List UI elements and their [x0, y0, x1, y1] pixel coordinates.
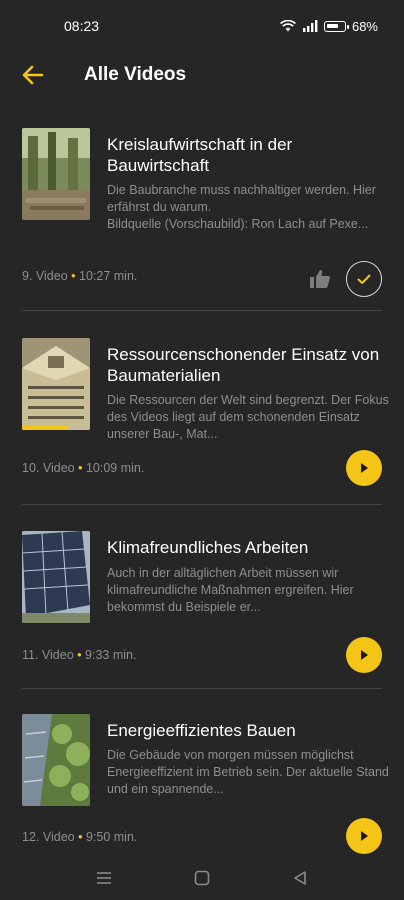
signal-icon	[302, 20, 318, 32]
video-number: 9. Video	[22, 269, 68, 283]
video-description: Die Gebäude von morgen müssen möglichst …	[107, 748, 389, 796]
video-duration: 10:09 min.	[85, 461, 145, 475]
video-number: 11. Video	[22, 648, 74, 662]
video-number: 12. Video	[22, 830, 75, 844]
video-number: 10. Video	[22, 461, 75, 475]
video-meta: 12. Video • 9:50 min.	[22, 830, 137, 844]
wifi-icon	[280, 20, 296, 32]
battery-icon	[323, 20, 349, 32]
meta-separator: •	[71, 269, 76, 283]
meta-separator: •	[78, 830, 83, 844]
checkmark-icon	[357, 274, 371, 284]
video-meta: 11. Video • 9:33 min.	[22, 648, 136, 662]
play-button[interactable]	[346, 450, 382, 486]
play-icon	[361, 650, 368, 660]
completed-button[interactable]	[346, 261, 382, 297]
status-icons: 68%	[280, 19, 378, 34]
battery-percent: 68%	[351, 18, 378, 34]
divider	[22, 310, 382, 311]
video-meta: 9. Video • 10:27 min.	[22, 269, 137, 283]
video-duration: 9:33 min.	[85, 648, 137, 662]
video-title: Ressourcenschonender Einsatz von Baumate…	[107, 345, 380, 385]
video-duration: 9:50 min.	[85, 830, 138, 844]
video-duration: 10:27 min.	[79, 269, 138, 283]
video-description: Die Ressourcen der Welt sind begrenzt. D…	[107, 393, 389, 441]
play-button[interactable]	[346, 818, 382, 854]
home-square-icon[interactable]	[193, 869, 211, 887]
divider	[22, 504, 382, 505]
thumbs-up-icon[interactable]	[309, 268, 331, 290]
play-button[interactable]	[346, 637, 382, 673]
meta-separator: •	[78, 461, 83, 475]
status-time: 08:23	[64, 18, 100, 34]
video-description: Die Baubranche muss nachhaltiger werden.…	[107, 183, 376, 231]
video-thumbnail[interactable]	[22, 714, 90, 806]
system-nav-bar	[0, 855, 404, 900]
video-thumbnail[interactable]	[22, 531, 90, 623]
meta-separator: •	[77, 648, 82, 662]
watch-progress-bar	[22, 426, 69, 430]
menu-icon[interactable]	[95, 870, 113, 886]
video-title: Energieeffizientes Bauen	[107, 721, 296, 740]
play-icon	[361, 831, 368, 841]
status-bar: 08:23 68%	[0, 0, 404, 52]
video-title: Klimafreundliches Arbeiten	[107, 538, 309, 557]
video-thumbnail[interactable]	[22, 338, 90, 430]
video-meta: 10. Video • 10:09 min.	[22, 461, 144, 475]
video-title: Kreislaufwirtschaft in der Bauwirtschaft	[107, 135, 293, 175]
app-bar: Alle Videos	[0, 52, 404, 98]
play-icon	[361, 463, 368, 473]
divider	[22, 688, 382, 689]
page-title: Alle Videos	[84, 64, 187, 85]
arrow-left-icon[interactable]	[20, 62, 46, 88]
video-thumbnail[interactable]	[22, 128, 90, 220]
video-description: Auch in der alltäglichen Arbeit müssen w…	[107, 566, 354, 614]
back-triangle-icon[interactable]	[291, 869, 309, 887]
